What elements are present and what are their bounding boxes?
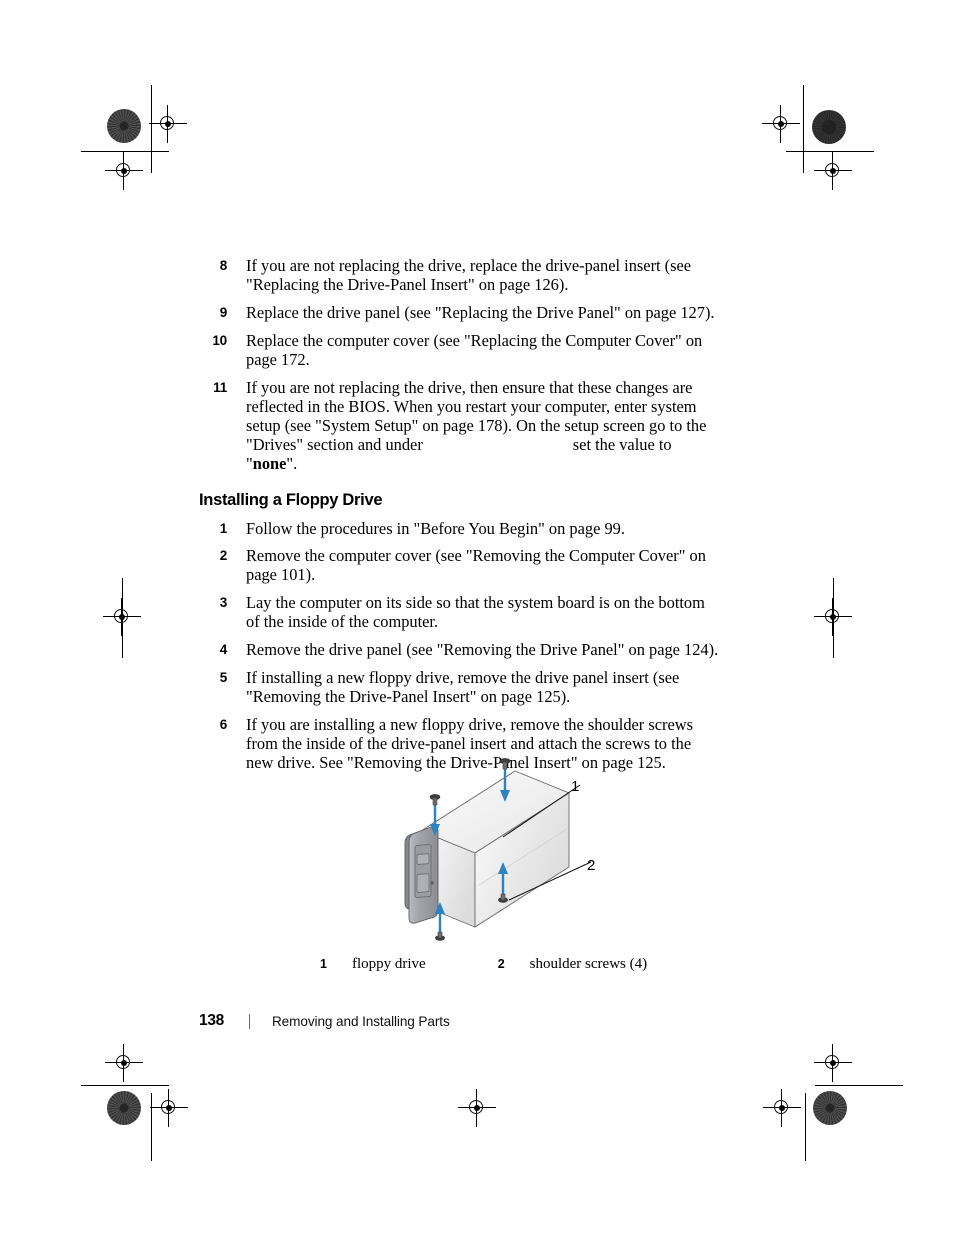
step-number: 11 — [213, 379, 227, 395]
install-steps-list: 1 Follow the procedures in "Before You B… — [199, 519, 719, 773]
caption-number-1: 1 — [320, 957, 327, 971]
step-text: If installing a new floppy drive, remove… — [246, 667, 680, 706]
step-number: 1 — [219, 520, 228, 536]
registration-target — [814, 598, 852, 636]
registration-target — [458, 1089, 496, 1127]
callout-number-2: 2 — [587, 857, 596, 874]
step-number: 10 — [212, 332, 227, 348]
document-page: 8 If you are not replacing the drive, re… — [0, 0, 954, 1235]
crop-mark-line — [803, 85, 804, 173]
page-footer: 138 Removing and Installing Parts — [199, 1012, 450, 1030]
continued-steps-list: 8 If you are not replacing the drive, re… — [199, 256, 719, 474]
page-body: 8 If you are not replacing the drive, re… — [199, 256, 719, 781]
crop-mark-line — [151, 1093, 152, 1161]
step-item: 11 If you are not replacing the drive, t… — [199, 378, 719, 474]
footer-divider — [248, 1013, 250, 1029]
crop-mark-line — [786, 151, 874, 152]
step-number: 4 — [219, 642, 228, 658]
registration-target — [762, 105, 800, 143]
screw-shaft — [432, 797, 438, 806]
step-text: If you are not replacing the drive, repl… — [246, 256, 692, 295]
step-text: Replace the computer cover (see "Replaci… — [246, 330, 703, 369]
registration-target — [149, 105, 187, 143]
crop-mark-line — [815, 1085, 903, 1086]
step-item: 1 Follow the procedures in "Before You B… — [199, 519, 719, 538]
bezel-detail — [416, 873, 430, 893]
registration-blob — [813, 1091, 847, 1125]
step-number: 9 — [219, 304, 228, 320]
step-item: 8 If you are not replacing the drive, re… — [199, 256, 719, 294]
floppy-drive-diagram — [404, 758, 592, 941]
step-number: 3 — [219, 595, 228, 611]
registration-target — [150, 1089, 188, 1127]
section-heading: Installing a Floppy Drive — [199, 490, 383, 509]
step-number: 8 — [219, 258, 228, 273]
step-text: Remove the computer cover (see "Removing… — [246, 546, 706, 585]
step-text: Lay the computer on its side so that the… — [246, 593, 705, 632]
screw-shaft — [500, 893, 506, 901]
callout-number-1: 1 — [571, 778, 580, 795]
step-item: 3 Lay the computer on its side so that t… — [199, 593, 719, 631]
footer-chapter-title: Removing and Installing Parts — [271, 1013, 450, 1029]
registration-target — [814, 1044, 852, 1082]
screw-shaft — [502, 761, 508, 770]
crop-mark-line — [81, 151, 169, 152]
registration-target — [814, 152, 852, 190]
screw-shaft — [437, 931, 443, 939]
step-number: 6 — [219, 716, 228, 732]
crop-mark-line — [81, 1085, 169, 1086]
registration-target — [105, 152, 143, 190]
registration-blob — [107, 1091, 141, 1125]
caption-label-1: floppy drive — [351, 956, 426, 972]
registration-target — [763, 1089, 801, 1127]
step-text: Replace the drive panel (see "Replacing … — [246, 302, 715, 322]
step-item: 9 Replace the drive panel (see "Replacin… — [199, 303, 719, 322]
step-number: 2 — [219, 548, 228, 564]
step-number: 5 — [219, 669, 228, 685]
bezel-eject-button — [430, 881, 434, 885]
page-number: 138 — [199, 1012, 224, 1029]
caption-label-2: shoulder screws (4) — [529, 956, 648, 972]
step-item: 5 If installing a new floppy drive, remo… — [199, 668, 719, 706]
step-item: 2 Remove the computer cover (see "Removi… — [199, 546, 719, 584]
step-item: 10 Replace the computer cover (see "Repl… — [199, 331, 719, 369]
step-text: Remove the drive panel (see "Removing th… — [246, 640, 719, 660]
crop-mark-line — [151, 85, 152, 173]
registration-target — [105, 1044, 143, 1082]
registration-blob — [812, 110, 846, 144]
registration-target — [103, 598, 141, 636]
step-item: 4 Remove the drive panel (see "Removing … — [199, 640, 719, 659]
bezel-detail — [416, 853, 430, 865]
step-text: If you are not replacing the drive, then… — [227, 378, 719, 474]
figure-caption: 1 floppy drive 2 shoulder screws (4) — [320, 956, 647, 973]
registration-blob — [107, 109, 141, 143]
crop-mark-line — [805, 1093, 806, 1161]
step-bold-value: none — [252, 454, 287, 474]
step-text: Follow the procedures in "Before You Beg… — [246, 518, 625, 538]
caption-number-2: 2 — [497, 957, 505, 971]
step-text-part: ". — [286, 454, 298, 474]
figure-illustration: 1 2 — [395, 752, 625, 952]
